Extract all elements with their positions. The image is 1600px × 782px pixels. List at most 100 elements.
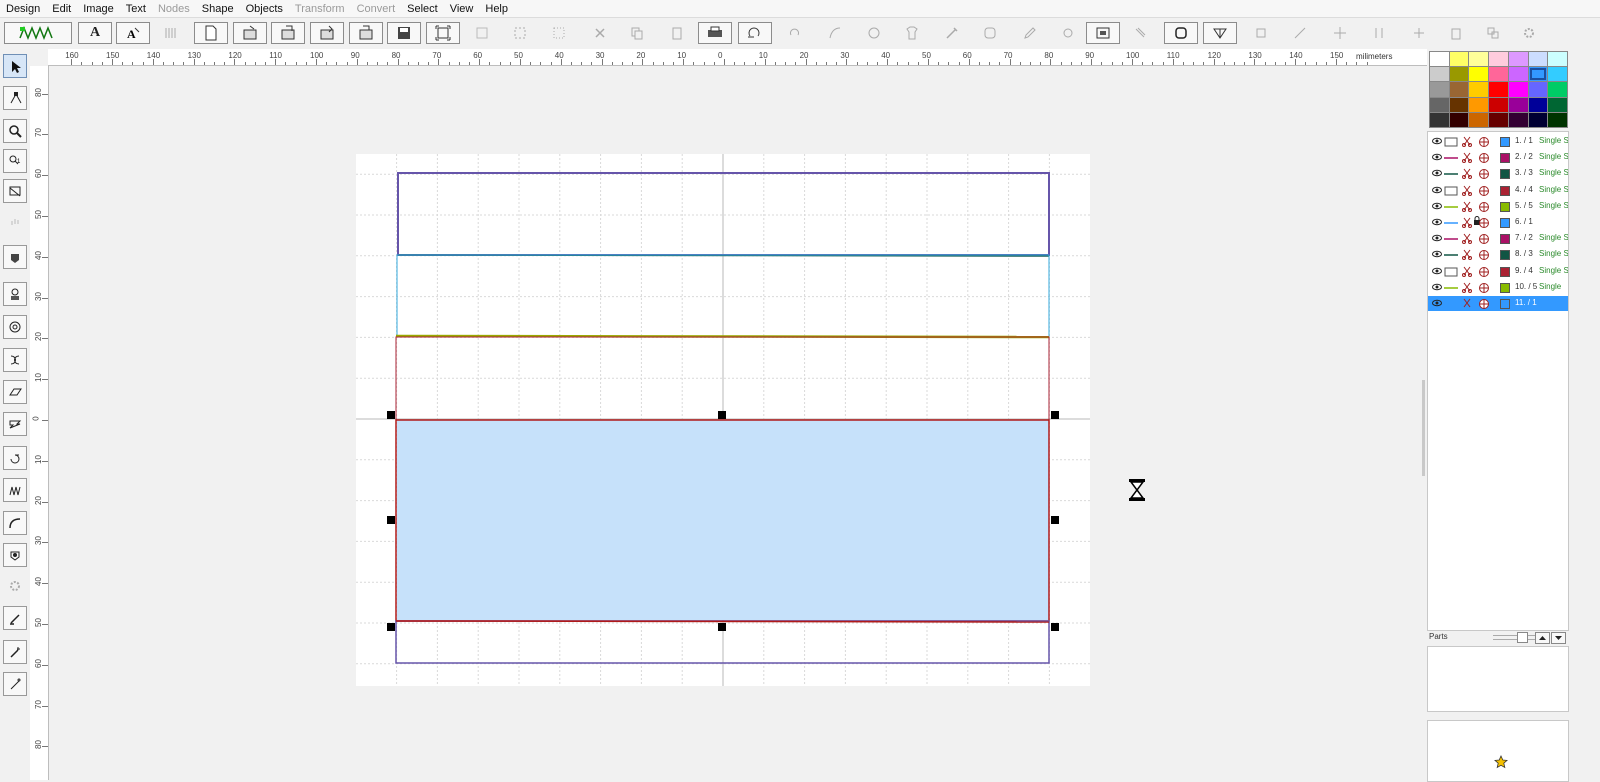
barcode-button[interactable] — [158, 22, 184, 44]
visibility-eye-icon[interactable] — [1432, 282, 1442, 292]
stitch-design-tool-button[interactable] — [3, 282, 27, 306]
import-file-button[interactable] — [271, 22, 305, 44]
palette-swatch[interactable] — [1548, 112, 1567, 127]
visibility-eye-icon[interactable] — [1432, 298, 1442, 308]
stamp-tool-button[interactable] — [3, 315, 27, 339]
scissors-icon[interactable] — [1461, 135, 1475, 147]
menu-transform[interactable]: Transform — [289, 3, 351, 15]
ruler-b-button[interactable] — [1128, 22, 1152, 44]
layer-row[interactable]: 6. / 1 — [1428, 215, 1568, 230]
visibility-eye-icon[interactable] — [1432, 136, 1442, 146]
layer-row[interactable]: 2. / 2 Single S — [1428, 150, 1568, 165]
palette-swatch[interactable] — [1430, 52, 1449, 67]
delete-button[interactable] — [588, 22, 612, 44]
palette-swatch[interactable] — [1449, 82, 1469, 97]
selected-shape-fill[interactable] — [397, 420, 1049, 620]
menu-help[interactable]: Help — [479, 3, 514, 15]
palette-swatch[interactable] — [1430, 112, 1449, 127]
palette-swatch[interactable] — [1548, 97, 1567, 112]
palette-swatch[interactable] — [1489, 97, 1508, 112]
layer-row[interactable]: 10. / 5 Single — [1428, 280, 1568, 295]
zoom-tool-button[interactable] — [3, 119, 27, 143]
align-button[interactable] — [1407, 22, 1431, 44]
thread-stop-icon[interactable] — [1478, 249, 1490, 261]
layer-color-chip[interactable] — [1500, 153, 1510, 164]
palette-swatch[interactable] — [1528, 82, 1548, 97]
embroidery-sim-button[interactable] — [1086, 22, 1120, 44]
layer-row[interactable]: 3. / 3 Single S — [1428, 166, 1568, 181]
thread-stop-icon[interactable] — [1478, 266, 1490, 278]
parts-down-button[interactable] — [1551, 632, 1566, 644]
palette-swatch[interactable] — [1469, 97, 1489, 112]
pan-hand-tool-button[interactable] — [3, 212, 27, 236]
thread-stop-icon[interactable] — [1478, 152, 1490, 164]
palette-swatch[interactable] — [1469, 67, 1489, 82]
menu-image[interactable]: Image — [77, 3, 120, 15]
select-dashed-button[interactable] — [508, 22, 532, 44]
menu-design[interactable]: Design — [0, 3, 46, 15]
palette-swatch[interactable] — [1489, 82, 1508, 97]
path-edit-button[interactable] — [1203, 22, 1237, 44]
fit-to-page-button[interactable] — [426, 22, 460, 44]
palette-swatch[interactable] — [1469, 112, 1489, 127]
node-edit-tool-button[interactable] — [3, 86, 27, 110]
gear-tool-button[interactable] — [3, 574, 27, 598]
scissors-icon[interactable] — [1461, 297, 1475, 309]
handle-top-left[interactable] — [387, 411, 395, 419]
scissors-icon[interactable] — [1461, 248, 1475, 261]
layer-color-chip[interactable] — [1500, 169, 1510, 180]
needle-tool-button[interactable] — [3, 672, 27, 696]
zigzag-tool-button[interactable] — [3, 478, 27, 502]
compass-button[interactable] — [862, 22, 886, 44]
palette-swatch[interactable] — [1469, 82, 1489, 97]
parts-drag-handle[interactable] — [1493, 635, 1535, 640]
layer-row[interactable]: 7. / 2 Single S — [1428, 231, 1568, 246]
palette-swatch[interactable] — [1469, 52, 1489, 67]
new-file-button[interactable] — [194, 22, 228, 44]
thread-stop-icon[interactable] — [1478, 298, 1490, 310]
thread-stop-icon[interactable] — [1478, 136, 1490, 148]
parts-up-button[interactable] — [1535, 632, 1550, 644]
scissors-icon[interactable] — [1461, 265, 1475, 277]
layer-color-chip[interactable] — [1500, 282, 1510, 293]
layer-color-chip[interactable] — [1500, 266, 1510, 277]
handle-bottom-left[interactable] — [387, 623, 395, 631]
layer-color-chip[interactable] — [1500, 218, 1510, 228]
curve-line-tool-button[interactable] — [3, 511, 27, 535]
handle-top-center[interactable] — [718, 411, 726, 419]
paste-button[interactable] — [665, 22, 689, 44]
spiral-tool-button[interactable] — [3, 348, 27, 372]
thread-stop-icon[interactable] — [1478, 168, 1490, 180]
palette-swatch[interactable] — [1449, 97, 1469, 112]
select-box-button[interactable] — [470, 22, 494, 44]
layer-row[interactable]: 8. / 3 Single S — [1428, 247, 1568, 262]
palette-swatch[interactable] — [1508, 112, 1528, 127]
menu-select[interactable]: Select — [401, 3, 444, 15]
select-arrow-tool-button[interactable] — [3, 54, 27, 78]
text-tool-button[interactable]: A — [78, 22, 112, 44]
print-preview-button[interactable] — [698, 22, 732, 44]
palette-swatch[interactable] — [1489, 67, 1508, 82]
curve-button[interactable] — [823, 22, 847, 44]
palette-swatch[interactable] — [1508, 97, 1528, 112]
layer-color-chip[interactable] — [1500, 234, 1510, 245]
scissors-icon[interactable] — [1461, 167, 1475, 180]
thread-stop-icon[interactable] — [1478, 201, 1490, 213]
menu-edit[interactable]: Edit — [46, 3, 77, 15]
visibility-eye-icon[interactable] — [1432, 233, 1442, 243]
visibility-eye-icon[interactable] — [1432, 249, 1442, 259]
rotate-reverse-button[interactable] — [738, 22, 772, 44]
palette-swatch[interactable] — [1508, 67, 1528, 82]
visibility-eye-icon[interactable] — [1432, 266, 1442, 276]
handle-middle-right[interactable] — [1051, 516, 1059, 524]
scissors-icon[interactable] — [1461, 200, 1475, 212]
grid-select-button[interactable] — [547, 22, 571, 44]
visibility-eye-icon[interactable] — [1432, 217, 1442, 227]
copy-button[interactable] — [625, 22, 649, 44]
scissors-icon[interactable] — [1461, 151, 1475, 164]
palette-swatch[interactable] — [1430, 82, 1449, 97]
visibility-eye-icon[interactable] — [1432, 185, 1442, 195]
menu-shape[interactable]: Shape — [196, 3, 240, 15]
fill-shape-tool-button[interactable] — [3, 245, 27, 269]
layer-color-chip[interactable] — [1500, 250, 1510, 261]
